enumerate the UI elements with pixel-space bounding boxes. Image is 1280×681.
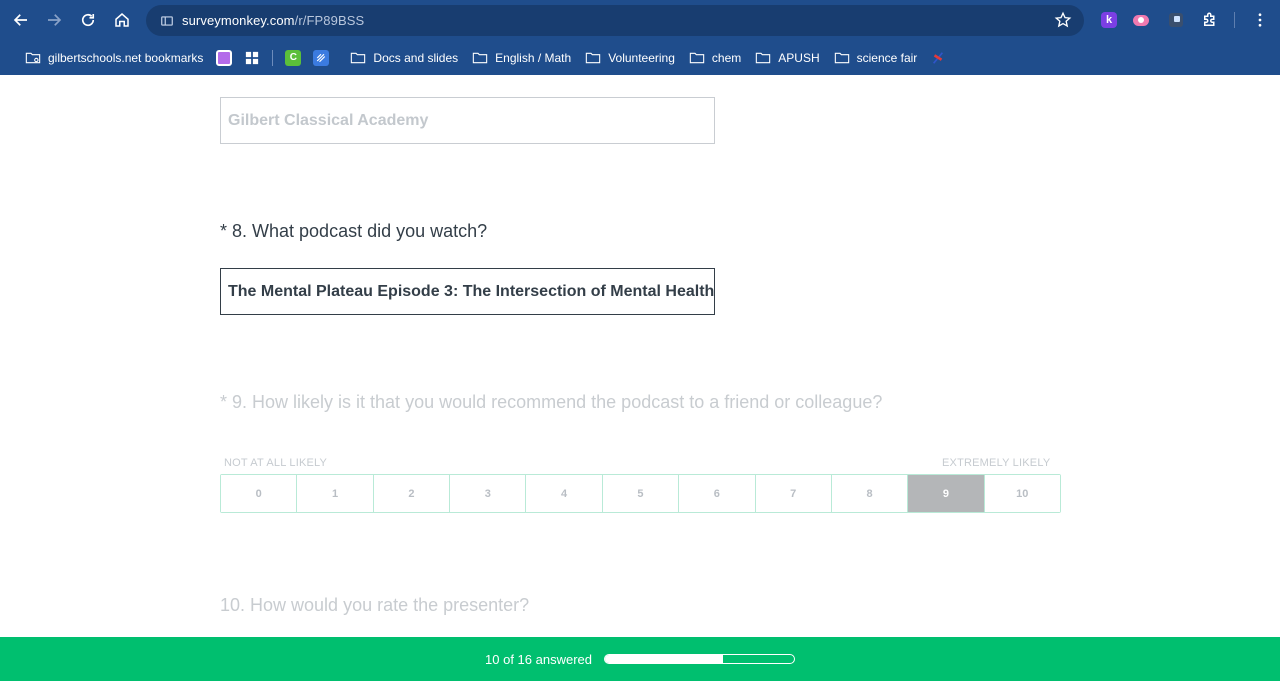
browser-menu-button[interactable]	[1250, 8, 1270, 32]
bookmark-label: gilbertschools.net bookmarks	[48, 50, 204, 65]
kebab-menu-icon	[1258, 13, 1262, 27]
bookmark-folder-apush[interactable]: APUSH	[748, 46, 826, 70]
home-icon	[115, 13, 129, 27]
q9-rating-scale: 0 1 2 3 4 5 6 7 8 9 10	[220, 474, 1061, 513]
browser-toolbar: surveymonkey.com/r/FP89BSS k	[0, 0, 1280, 40]
progress-fill	[604, 655, 724, 663]
grid-apps-bookmark-icon[interactable]	[244, 50, 260, 66]
forward-arrow-icon	[48, 14, 62, 26]
q10-question: 10. How would you rate the presenter?	[220, 595, 530, 615]
bookmark-label: Docs and slides	[373, 50, 459, 65]
reload-icon	[81, 13, 95, 27]
progress-footer: 10 of 16 answered	[0, 637, 1280, 681]
forward-button[interactable]	[37, 3, 71, 37]
bookmark-folder-english-math[interactable]: English / Math	[465, 46, 578, 70]
back-arrow-icon	[13, 14, 27, 26]
camera-extension-icon[interactable]	[1129, 8, 1153, 32]
bookmark-folder-volunteering[interactable]: Volunteering	[578, 46, 682, 70]
k-extension-icon[interactable]: k	[1097, 8, 1121, 32]
q8-question: * 8. What podcast did you watch?	[220, 221, 488, 241]
toolbar-divider	[1234, 12, 1235, 28]
reload-button[interactable]	[71, 3, 105, 37]
bookmark-star-icon[interactable]	[1054, 11, 1072, 29]
folder-icon	[834, 52, 849, 63]
bookmark-label: English / Math	[495, 50, 572, 65]
progress-bar	[603, 654, 795, 664]
bookmark-folder-gilbertschools[interactable]: gilbertschools.net bookmarks	[18, 46, 210, 70]
home-button[interactable]	[105, 3, 139, 37]
bookmark-label: chem	[711, 50, 742, 65]
puzzle-icon[interactable]	[1198, 8, 1222, 32]
progress-text: 10 of 16 answered	[485, 651, 592, 667]
survey-page: Gilbert Classical Academy * 8. What podc…	[0, 75, 1280, 637]
url-text: surveymonkey.com/r/FP89BSS	[182, 13, 365, 28]
rating-option-8[interactable]: 8	[831, 475, 909, 512]
folder-icon	[585, 52, 601, 63]
bookmark-folder-science-fair[interactable]: science fair	[827, 46, 925, 70]
rating-option-9[interactable]: 9	[908, 475, 985, 512]
bookmark-divider	[272, 49, 274, 66]
q9-question: * 9. How likely is it that you would rec…	[220, 392, 883, 412]
rating-option-10[interactable]: 10	[984, 475, 1060, 512]
bookmark-folder-chem[interactable]: chem	[682, 46, 748, 70]
address-bar[interactable]: surveymonkey.com/r/FP89BSS	[146, 5, 1084, 36]
square-extension-icon[interactable]	[1164, 8, 1188, 32]
blue-app-bookmark-icon[interactable]	[313, 49, 330, 66]
folder-icon	[351, 52, 366, 63]
q8-answer-field[interactable]: The Mental Plateau Episode 3: The Inters…	[220, 268, 715, 315]
bookmark-label: science fair	[856, 50, 918, 65]
managed-folder-icon	[25, 52, 41, 63]
site-info-icon[interactable]	[152, 5, 182, 36]
rating-option-6[interactable]: 6	[679, 475, 756, 512]
purple-app-bookmark-icon[interactable]	[216, 49, 233, 66]
bookmark-folder-docs[interactable]: Docs and slides	[343, 46, 465, 70]
q7-answer-field[interactable]: Gilbert Classical Academy	[220, 97, 715, 144]
c-app-bookmark-icon[interactable]: C	[285, 49, 302, 66]
rating-option-1[interactable]: 1	[297, 475, 374, 512]
rating-option-0[interactable]: 0	[221, 475, 298, 512]
rating-option-5[interactable]: 5	[602, 475, 680, 512]
q9-low-label: NOT AT ALL LIKELY	[224, 457, 328, 469]
rating-option-2[interactable]: 2	[373, 475, 451, 512]
rating-option-7[interactable]: 7	[755, 475, 832, 512]
folder-icon	[756, 52, 771, 63]
rating-option-3[interactable]: 3	[450, 475, 527, 512]
rating-option-4[interactable]: 4	[526, 475, 603, 512]
q9-high-label: EXTREMELY LIKELY	[942, 457, 1051, 469]
bookmark-label: Volunteering	[608, 50, 675, 65]
bookmarks-bar: gilbertschools.net bookmarks C Docs and …	[0, 40, 1280, 75]
bookmark-label: APUSH	[778, 50, 820, 65]
folder-icon	[472, 52, 488, 63]
back-button[interactable]	[4, 3, 38, 37]
flag-bookmark-icon[interactable]	[930, 50, 946, 66]
folder-icon	[689, 52, 705, 63]
